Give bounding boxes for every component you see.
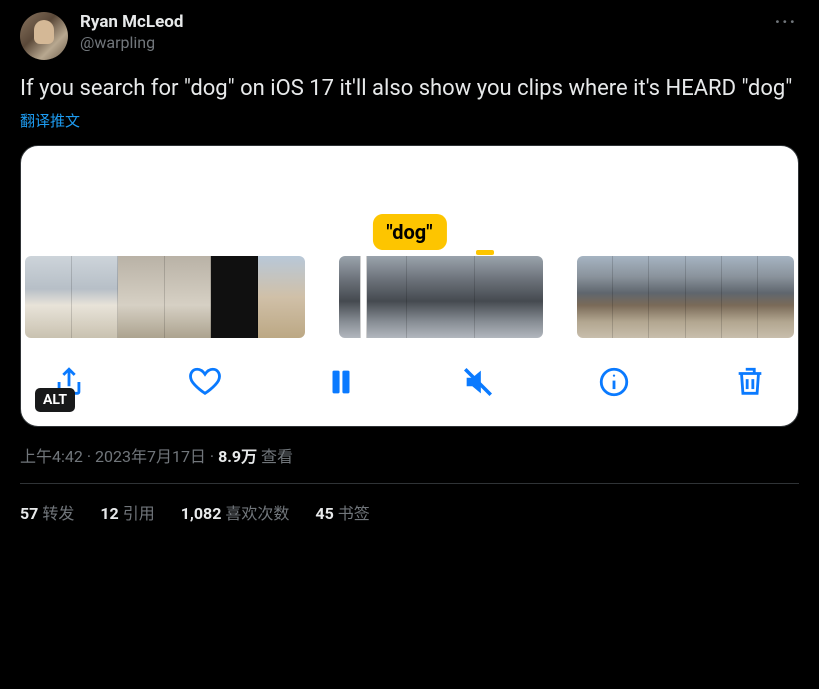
- more-button[interactable]: ···: [775, 12, 797, 33]
- clip-frame: [25, 256, 72, 338]
- handle: @warpling: [80, 33, 183, 53]
- translate-link[interactable]: 翻译推文: [20, 110, 799, 131]
- alt-badge[interactable]: ALT: [35, 388, 75, 412]
- tweet-time[interactable]: 上午4:42: [20, 447, 83, 466]
- tweet-text: If you search for "dog" on iOS 17 it'll …: [20, 74, 799, 104]
- clip-frame: [211, 256, 258, 338]
- clip-frame: [577, 256, 613, 338]
- clip-frame: [649, 256, 685, 338]
- avatar[interactable]: [20, 12, 68, 60]
- info-button[interactable]: [594, 362, 634, 402]
- views-label: 查看: [261, 447, 293, 466]
- heart-icon: [188, 365, 222, 399]
- display-name: Ryan McLeod: [80, 12, 183, 33]
- speaker-muted-icon: [461, 365, 495, 399]
- likes-stat[interactable]: 1,082喜欢次数: [181, 500, 290, 524]
- retweets-stat[interactable]: 57转发: [20, 500, 74, 524]
- delete-button[interactable]: [730, 362, 770, 402]
- tweet-meta: 上午4:42 · 2023年7月17日 · 8.9万 查看: [20, 443, 799, 467]
- info-icon: [597, 365, 631, 399]
- clip-frame: [475, 256, 543, 338]
- trash-icon: [733, 365, 767, 399]
- clip-frame: [72, 256, 119, 338]
- media-toolbar: [21, 346, 798, 426]
- quotes-stat[interactable]: 12引用: [100, 500, 154, 524]
- clip-frame: [722, 256, 758, 338]
- timeline-strip[interactable]: [21, 256, 798, 346]
- pause-icon: [324, 365, 358, 399]
- tweet-container: Ryan McLeod @warpling ··· If you search …: [0, 0, 819, 524]
- like-button[interactable]: [185, 362, 225, 402]
- search-term-badge: "dog": [372, 214, 446, 250]
- playhead[interactable]: [361, 256, 366, 338]
- clip-frame: [118, 256, 165, 338]
- views-count: 8.9万: [218, 447, 257, 466]
- clip-frame: [258, 256, 305, 338]
- tweet-header: Ryan McLeod @warpling: [20, 12, 799, 60]
- clip-frame: [407, 256, 475, 338]
- clip-group-3[interactable]: [577, 256, 794, 338]
- tweet-date[interactable]: 2023年7月17日: [95, 447, 206, 466]
- clip-frame: [339, 256, 407, 338]
- media-attachment[interactable]: "dog": [20, 145, 799, 427]
- clip-group-2[interactable]: [339, 256, 543, 338]
- clip-frame: [165, 256, 212, 338]
- tweet-stats: 57转发 12引用 1,082喜欢次数 45书签: [20, 500, 799, 524]
- media-header-space: "dog": [21, 146, 798, 256]
- bookmarks-stat[interactable]: 45书签: [315, 500, 369, 524]
- clip-frame: [686, 256, 722, 338]
- timeline-marker: [476, 250, 494, 255]
- author-names[interactable]: Ryan McLeod @warpling: [80, 12, 183, 53]
- pause-button[interactable]: [321, 362, 361, 402]
- clip-frame: [613, 256, 649, 338]
- clip-frame: [758, 256, 794, 338]
- mute-button[interactable]: [458, 362, 498, 402]
- clip-group-1[interactable]: [25, 256, 305, 338]
- divider: [20, 483, 799, 484]
